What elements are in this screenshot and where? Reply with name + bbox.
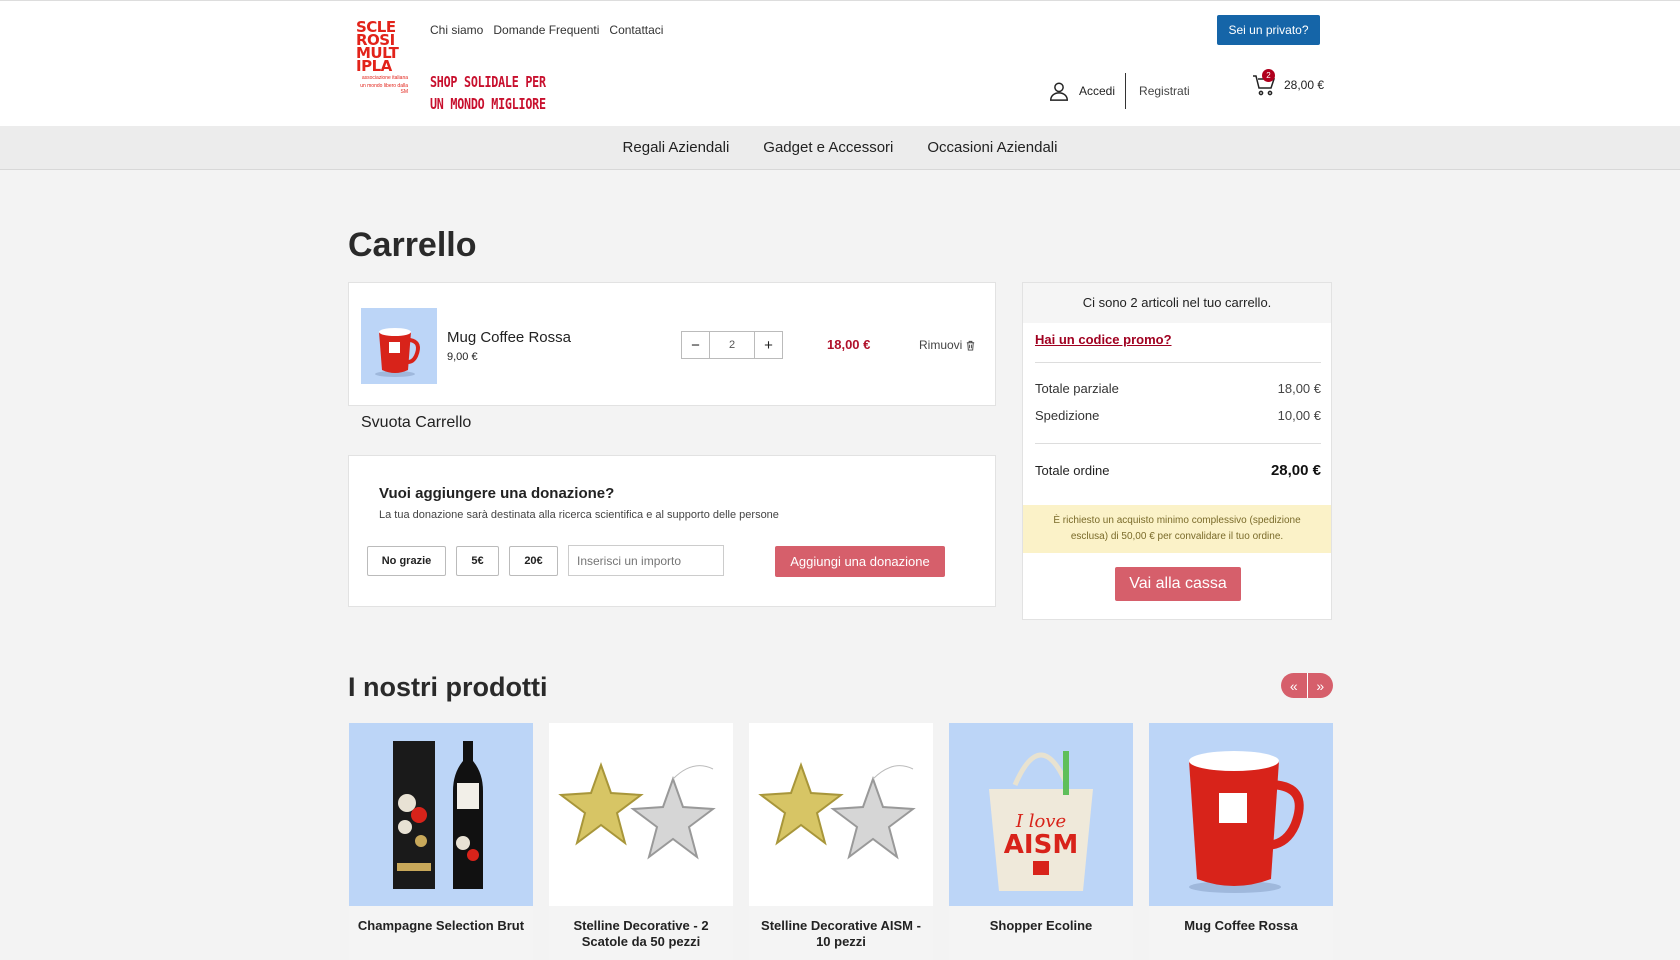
donation-amount-input[interactable] bbox=[568, 545, 724, 576]
top-links: Chi siamo Domande Frequenti Contattaci bbox=[430, 23, 663, 37]
cart-item-total: 18,00 € bbox=[827, 337, 871, 352]
subtotal-label: Totale parziale bbox=[1035, 381, 1119, 396]
link-chi-siamo[interactable]: Chi siamo bbox=[430, 23, 483, 37]
site-header: SCLE ROSI MULT IPLA associazione italian… bbox=[0, 0, 1680, 126]
shipping-row: Spedizione 10,00 € bbox=[1035, 408, 1321, 423]
order-total-row: Totale ordine 28,00 € bbox=[1035, 462, 1321, 479]
donation-title: Vuoi aggiungere una donazione? bbox=[379, 485, 615, 502]
tagline-line-2: UN MONDO MIGLIORE bbox=[430, 95, 546, 113]
link-contattaci[interactable]: Contattaci bbox=[609, 23, 663, 37]
register-link[interactable]: Registrati bbox=[1139, 84, 1190, 98]
donation-subtitle: La tua donazione sarà destinata alla ric… bbox=[379, 509, 779, 521]
shop-tagline: SHOP SOLIDALE PER UN MONDO MIGLIORE bbox=[430, 71, 546, 115]
cart-count-badge: 2 bbox=[1262, 69, 1275, 82]
trash-icon bbox=[967, 340, 975, 351]
bag-text-love: I love bbox=[1015, 811, 1066, 832]
quantity-stepper: − + bbox=[681, 331, 783, 359]
product-name[interactable]: Shopper Ecoline bbox=[949, 906, 1133, 960]
main-nav: Regali Aziendali Gadget e Accessori Occa… bbox=[0, 126, 1680, 170]
shipping-value: 10,00 € bbox=[1277, 408, 1321, 423]
cart-item-image[interactable] bbox=[361, 308, 437, 384]
donation-no-thanks-button[interactable]: No grazie bbox=[367, 546, 446, 576]
order-total-label: Totale ordine bbox=[1035, 463, 1110, 478]
product-image-champagne[interactable] bbox=[349, 723, 533, 906]
order-summary: Ci sono 2 articoli nel tuo carrello. Hai… bbox=[1022, 282, 1332, 620]
carousel-prev-icon[interactable]: « bbox=[1281, 673, 1308, 698]
nav-regali-aziendali[interactable]: Regali Aziendali bbox=[623, 139, 730, 156]
product-card[interactable]: Champagne Selection Brut bbox=[349, 723, 533, 960]
remove-item-button[interactable]: Rimuovi bbox=[919, 338, 976, 352]
carousel-nav: « » bbox=[1281, 673, 1333, 698]
product-name[interactable]: Mug Coffee Rossa bbox=[1149, 906, 1333, 960]
account-area: Accedi Registrati bbox=[1048, 73, 1190, 109]
product-name[interactable]: Stelline Decorative AISM - 10 pezzi bbox=[749, 906, 933, 960]
mini-cart-total: 28,00 € bbox=[1284, 78, 1325, 92]
remove-label: Rimuovi bbox=[919, 338, 963, 352]
product-name[interactable]: Stelline Decorative - 2 Scatole da 50 pe… bbox=[549, 906, 733, 960]
promo-code-link[interactable]: Hai un codice promo? bbox=[1035, 332, 1172, 347]
product-card[interactable]: Mug Coffee Rossa bbox=[1149, 723, 1333, 960]
brand-logo[interactable]: SCLE ROSI MULT IPLA associazione italian… bbox=[356, 20, 408, 109]
order-total-value: 28,00 € bbox=[1270, 462, 1321, 479]
product-image-mug[interactable] bbox=[1149, 723, 1333, 906]
cart-item-unit-price: 9,00 € bbox=[447, 351, 478, 363]
quantity-decrease-button[interactable]: − bbox=[682, 332, 710, 358]
cart-item-name[interactable]: Mug Coffee Rossa bbox=[447, 329, 571, 346]
cart-item: Mug Coffee Rossa 9,00 € − + 18,00 € Rimu… bbox=[348, 282, 996, 406]
carousel-next-icon[interactable]: » bbox=[1308, 673, 1334, 698]
checkout-button[interactable]: Vai alla cassa bbox=[1115, 567, 1241, 601]
quantity-input[interactable] bbox=[710, 332, 754, 358]
product-image-stelline[interactable] bbox=[549, 723, 733, 906]
minimum-order-notice: È richiesto un acquisto minimo complessi… bbox=[1023, 505, 1331, 553]
donation-5-button[interactable]: 5€ bbox=[456, 546, 499, 576]
subtotal-value: 18,00 € bbox=[1277, 381, 1321, 396]
product-card[interactable]: Stelline Decorative AISM - 10 pezzi bbox=[749, 723, 933, 960]
summary-header: Ci sono 2 articoli nel tuo carrello. bbox=[1023, 283, 1331, 323]
mini-cart[interactable]: 2 28,00 € bbox=[1252, 69, 1325, 97]
logo-subtitle: associazione italiana bbox=[361, 75, 408, 81]
empty-cart-button[interactable]: Svuota Carrello bbox=[361, 414, 471, 432]
product-image-stelline-aism[interactable] bbox=[749, 723, 933, 906]
subtotal-row: Totale parziale 18,00 € bbox=[1035, 381, 1321, 396]
shipping-label: Spedizione bbox=[1035, 408, 1100, 423]
tagline-line-1: SHOP SOLIDALE PER bbox=[430, 73, 546, 91]
product-card[interactable]: Stelline Decorative - 2 Scatole da 50 pe… bbox=[549, 723, 733, 960]
logo-tagline: un mondo libero dalla SM bbox=[360, 83, 408, 95]
product-image-shopper[interactable]: I love AISM bbox=[949, 723, 1133, 906]
product-name[interactable]: Champagne Selection Brut bbox=[349, 906, 533, 960]
products-section-title: I nostri prodotti bbox=[348, 672, 548, 702]
bag-text-aism: AISM bbox=[1004, 830, 1078, 860]
nav-occasioni-aziendali[interactable]: Occasioni Aziendali bbox=[927, 139, 1057, 156]
private-customer-button[interactable]: Sei un privato? bbox=[1217, 15, 1320, 45]
cart-icon[interactable]: 2 bbox=[1252, 69, 1276, 97]
donation-panel: Vuoi aggiungere una donazione? La tua do… bbox=[348, 455, 996, 607]
add-donation-button[interactable]: Aggiungi una donazione bbox=[775, 546, 945, 577]
logo-line: IPLA bbox=[356, 57, 392, 75]
quantity-increase-button[interactable]: + bbox=[754, 332, 782, 358]
donation-20-button[interactable]: 20€ bbox=[509, 546, 558, 576]
link-domande-frequenti[interactable]: Domande Frequenti bbox=[493, 23, 599, 37]
nav-gadget-accessori[interactable]: Gadget e Accessori bbox=[763, 139, 893, 156]
divider bbox=[1035, 362, 1321, 363]
divider bbox=[1035, 443, 1321, 444]
product-card[interactable]: I love AISM Shopper Ecoline bbox=[949, 723, 1133, 960]
page-title: Carrello bbox=[348, 226, 477, 264]
user-icon[interactable] bbox=[1048, 80, 1070, 102]
login-link[interactable]: Accedi bbox=[1079, 73, 1127, 109]
